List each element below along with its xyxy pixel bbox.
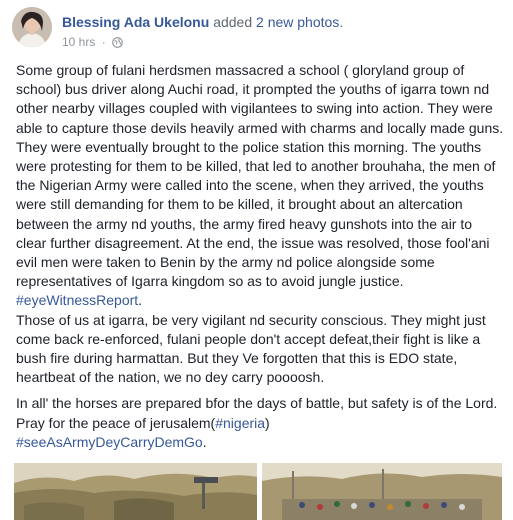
new-photos-link[interactable]: 2 new photos: [256, 14, 339, 30]
hashtag-eyewitnessreport-link[interactable]: #eyeWitnessReport: [16, 292, 138, 308]
post-body: Some group of fulani herdsmen massacred …: [16, 61, 506, 452]
post-header: Blessing Ada Ukelonu added 2 new photos.…: [12, 7, 503, 53]
post-timestamp[interactable]: 10 hrs: [62, 35, 95, 49]
photo-image-2: [262, 463, 502, 520]
post-paragraph-2: Those of us at igarra, be very vigilant …: [16, 311, 486, 386]
avatar[interactable]: [12, 7, 52, 47]
facebook-post: Blessing Ada Ukelonu added 2 new photos.…: [0, 0, 513, 520]
post-paragraph-3: In all' the horses are prepared bfor the…: [16, 394, 506, 452]
post-title: Blessing Ada Ukelonu added 2 new photos.: [62, 13, 343, 31]
photo-image-1: [14, 463, 257, 520]
hashtag-nigeria-link[interactable]: #nigeria: [215, 415, 265, 431]
hashtag-seeasarmydeycarrydemgo-link[interactable]: #seeAsArmyDeyCarryDemGo: [16, 434, 203, 450]
hashtag-3-period: .: [202, 433, 207, 450]
post-photo-1[interactable]: [14, 463, 257, 520]
post-meta: 10 hrs ·: [62, 34, 123, 52]
paragraph-1-text: Some group of fulani herdsmen massacred …: [16, 62, 504, 290]
hashtag-1-period: .: [138, 292, 143, 309]
profile-photo-icon: [12, 7, 52, 47]
post-paragraph-1: Some group of fulani herdsmen massacred …: [16, 61, 506, 311]
author-name-link[interactable]: Blessing Ada Ukelonu: [62, 14, 209, 30]
action-period: .: [339, 14, 344, 30]
post-photo-2[interactable]: [262, 463, 502, 520]
globe-icon[interactable]: [112, 36, 123, 52]
paragraph-3-close: ): [265, 414, 270, 431]
action-text: added: [213, 14, 253, 30]
photo-grid: [14, 463, 502, 520]
meta-separator: ·: [101, 35, 106, 49]
